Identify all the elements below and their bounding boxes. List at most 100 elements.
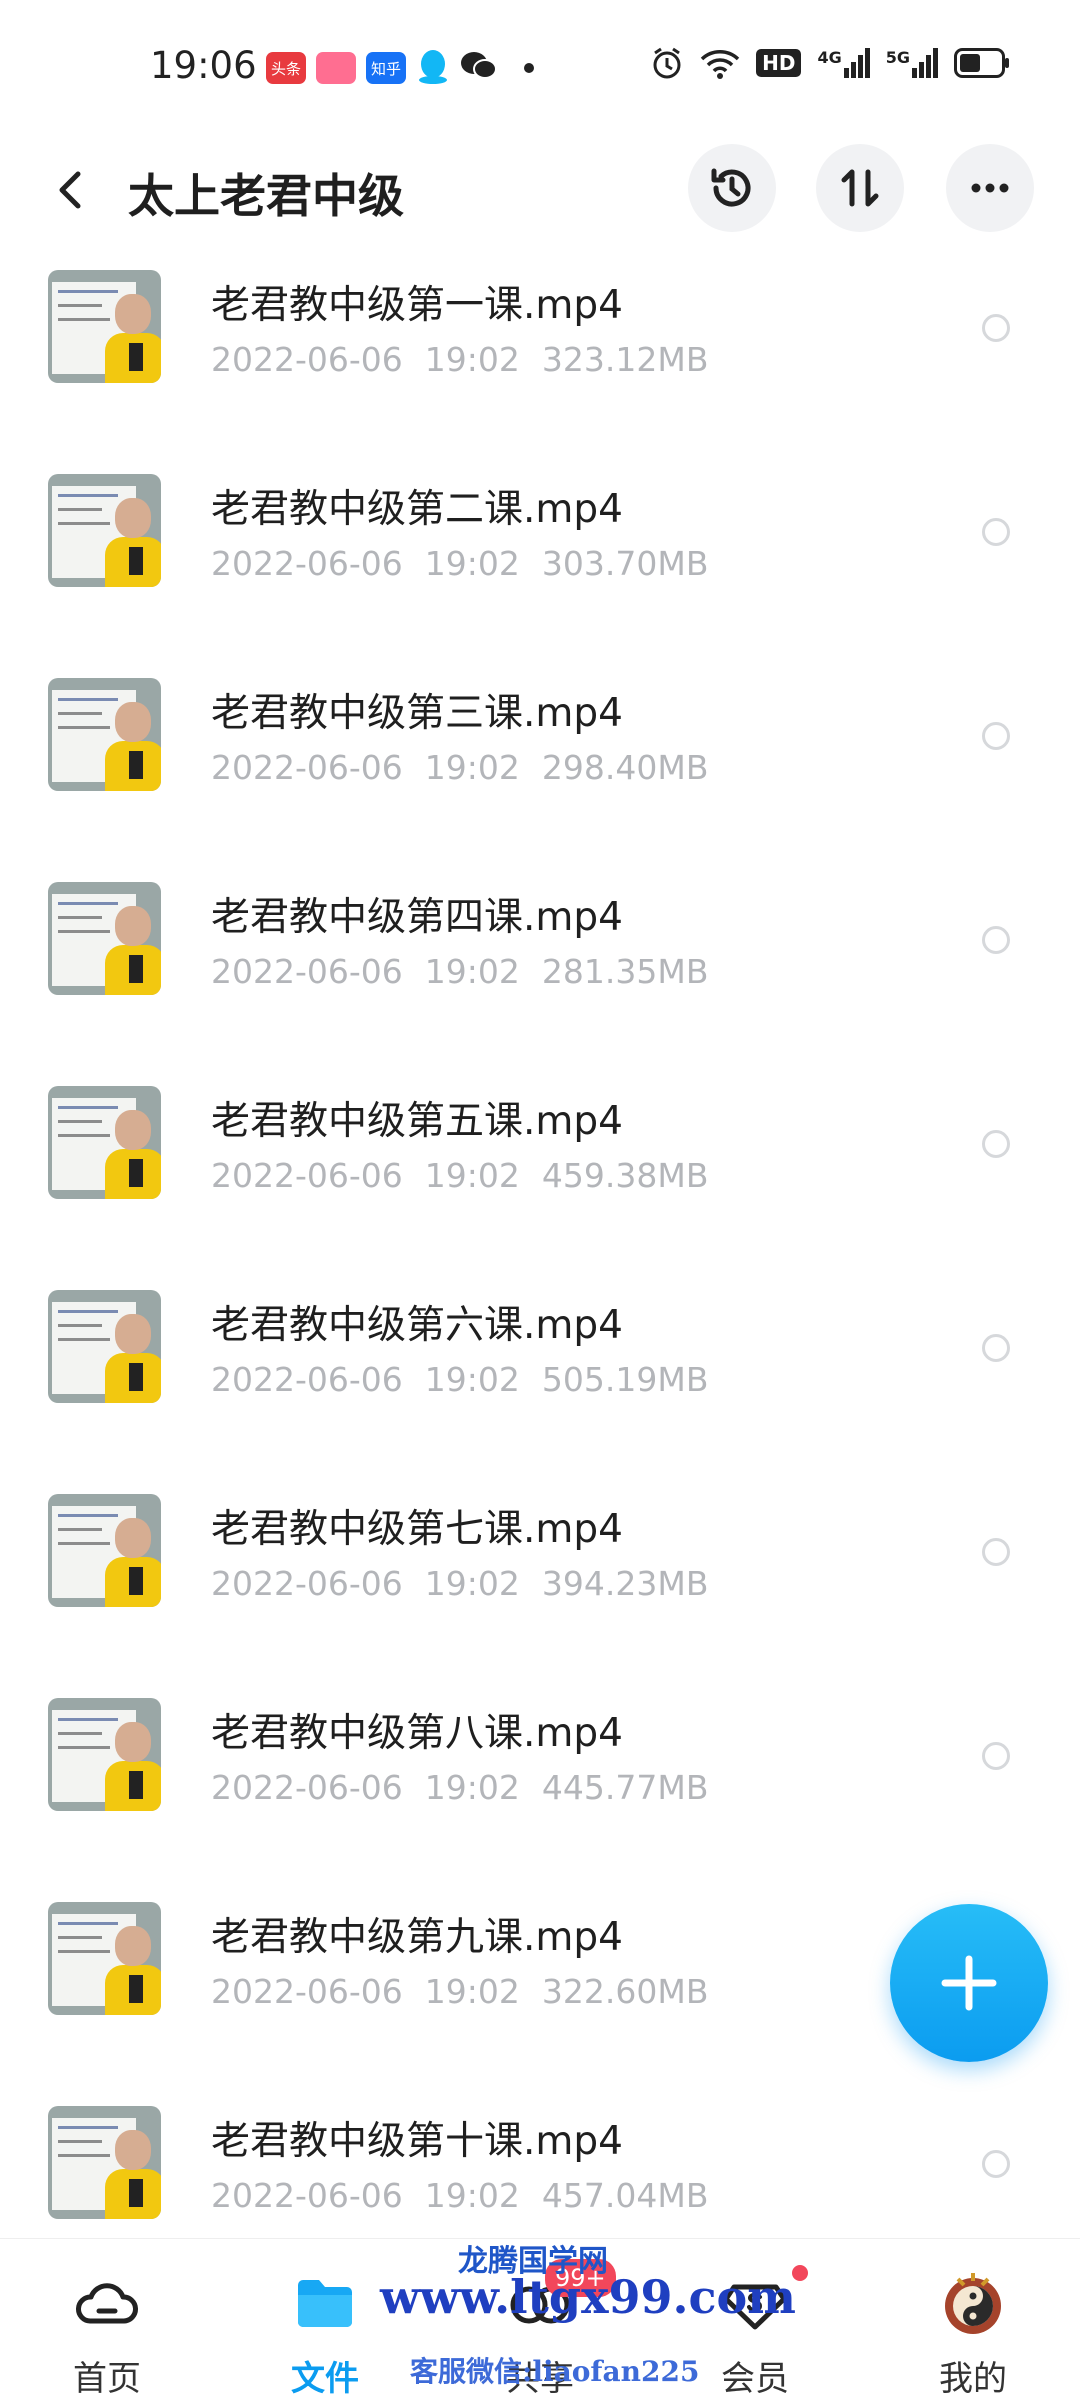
video-thumbnail [48, 474, 161, 587]
file-meta: 2022-06-06 19:02 303.70MB [211, 544, 708, 583]
file-meta: 2022-06-06 19:02 322.60MB [211, 1972, 708, 2011]
file-size: 394.23MB [541, 1564, 709, 1603]
signal-sim1-icon: 4G [817, 48, 870, 78]
shop-icon [316, 52, 356, 84]
file-meta: 2022-06-06 19:02 281.35MB [211, 952, 708, 991]
watermark-url: www.ltgx99.com [380, 2270, 796, 2324]
video-thumbnail [48, 1698, 161, 1811]
sort-button[interactable] [816, 144, 904, 232]
file-name: 老君教中级第十课.mp4 [211, 2119, 623, 2164]
battery-icon [954, 48, 1010, 78]
folder-icon [298, 2280, 352, 2327]
sort-icon [841, 169, 879, 207]
file-date: 2022-06-06 [211, 1360, 403, 1399]
select-checkbox[interactable] [982, 518, 1010, 546]
file-meta: 2022-06-06 19:02 445.77MB [211, 1768, 708, 1807]
add-fab-button[interactable] [890, 1904, 1048, 2062]
video-thumbnail [48, 1290, 161, 1403]
file-date: 2022-06-06 [211, 2176, 403, 2215]
top-bar: 太上老君中级 [0, 130, 1080, 250]
file-size: 298.40MB [541, 748, 709, 787]
file-time: 19:02 [424, 1360, 520, 1399]
file-name: 老君教中级第六课.mp4 [211, 1303, 623, 1348]
file-size: 303.70MB [541, 544, 709, 583]
video-thumbnail [48, 1494, 161, 1607]
file-size: 457.04MB [541, 2176, 709, 2215]
file-time: 19:02 [424, 544, 520, 583]
file-row[interactable]: 老君教中级第五课.mp4 2022-06-06 19:02 459.38MB [0, 1066, 1080, 1270]
wechat-icon [460, 50, 498, 86]
file-date: 2022-06-06 [211, 544, 403, 583]
file-row[interactable]: 老君教中级第四课.mp4 2022-06-06 19:02 281.35MB [0, 862, 1080, 1066]
more-notifications-dot [524, 63, 534, 73]
video-thumbnail [48, 678, 161, 791]
more-button[interactable] [946, 144, 1034, 232]
file-name: 老君教中级第二课.mp4 [211, 487, 623, 532]
wifi-icon [700, 47, 740, 79]
file-time: 19:02 [424, 1972, 520, 2011]
select-checkbox[interactable] [982, 314, 1010, 342]
qq-icon [416, 48, 450, 88]
watermark-contact: 客服微信:liaofan225 [410, 2355, 700, 2388]
select-checkbox[interactable] [982, 1130, 1010, 1158]
video-thumbnail [48, 270, 161, 383]
select-checkbox[interactable] [982, 2150, 1010, 2178]
back-button[interactable] [44, 160, 104, 220]
file-row[interactable]: 老君教中级第二课.mp4 2022-06-06 19:02 303.70MB [0, 454, 1080, 658]
file-date: 2022-06-06 [211, 952, 403, 991]
home-cloud-icon [76, 2283, 138, 2324]
status-app-icons: 头条 知乎 [266, 48, 534, 88]
history-button[interactable] [688, 144, 776, 232]
select-checkbox[interactable] [982, 1742, 1010, 1770]
file-time: 19:02 [424, 1768, 520, 1807]
file-size: 322.60MB [541, 1972, 709, 2011]
file-time: 19:02 [424, 2176, 520, 2215]
select-checkbox[interactable] [982, 722, 1010, 750]
file-meta: 2022-06-06 19:02 394.23MB [211, 1564, 708, 1603]
file-size: 445.77MB [541, 1768, 709, 1807]
select-checkbox[interactable] [982, 1334, 1010, 1362]
file-size: 281.35MB [541, 952, 709, 991]
file-date: 2022-06-06 [211, 1972, 403, 2011]
file-row[interactable]: 老君教中级第一课.mp4 2022-06-06 19:02 323.12MB [0, 250, 1080, 454]
nav-mine[interactable]: 我的 [898, 2239, 1048, 2401]
file-time: 19:02 [424, 748, 520, 787]
file-date: 2022-06-06 [211, 1156, 403, 1195]
nav-mine-label: 我的 [939, 2359, 1007, 2399]
file-row[interactable]: 老君教中级第七课.mp4 2022-06-06 19:02 394.23MB [0, 1474, 1080, 1678]
nav-vip-label: 会员 [721, 2359, 789, 2399]
nav-home-label: 首页 [73, 2359, 141, 2399]
history-icon [711, 168, 751, 207]
file-size: 459.38MB [541, 1156, 709, 1195]
video-thumbnail [48, 2106, 161, 2219]
file-size: 323.12MB [541, 340, 709, 379]
file-time: 19:02 [424, 340, 520, 379]
nav-files[interactable]: 文件 [250, 2239, 400, 2401]
file-name: 老君教中级第五课.mp4 [211, 1099, 623, 1144]
video-thumbnail [48, 1902, 161, 2015]
file-name: 老君教中级第九课.mp4 [211, 1915, 623, 1960]
plus-icon [941, 1955, 997, 2011]
select-checkbox[interactable] [982, 1538, 1010, 1566]
file-row[interactable]: 老君教中级第三课.mp4 2022-06-06 19:02 298.40MB [0, 658, 1080, 862]
nav-home[interactable]: 首页 [32, 2239, 182, 2401]
video-thumbnail [48, 1086, 161, 1199]
signal-sim2-icon: 5G [886, 48, 938, 78]
avatar-icon [945, 2273, 1001, 2334]
file-row[interactable]: 老君教中级第八课.mp4 2022-06-06 19:02 445.77MB [0, 1678, 1080, 1882]
file-meta: 2022-06-06 19:02 505.19MB [211, 1360, 708, 1399]
file-date: 2022-06-06 [211, 1768, 403, 1807]
alarm-icon [650, 46, 684, 80]
video-thumbnail [48, 882, 161, 995]
file-meta: 2022-06-06 19:02 457.04MB [211, 2176, 708, 2215]
file-time: 19:02 [424, 1564, 520, 1603]
select-checkbox[interactable] [982, 926, 1010, 954]
nav-files-label: 文件 [291, 2359, 359, 2399]
status-time: 19:06 [150, 44, 257, 87]
file-date: 2022-06-06 [211, 748, 403, 787]
file-time: 19:02 [424, 1156, 520, 1195]
file-date: 2022-06-06 [211, 340, 403, 379]
back-arrow-icon [59, 171, 81, 209]
file-time: 19:02 [424, 952, 520, 991]
file-row[interactable]: 老君教中级第六课.mp4 2022-06-06 19:02 505.19MB [0, 1270, 1080, 1474]
